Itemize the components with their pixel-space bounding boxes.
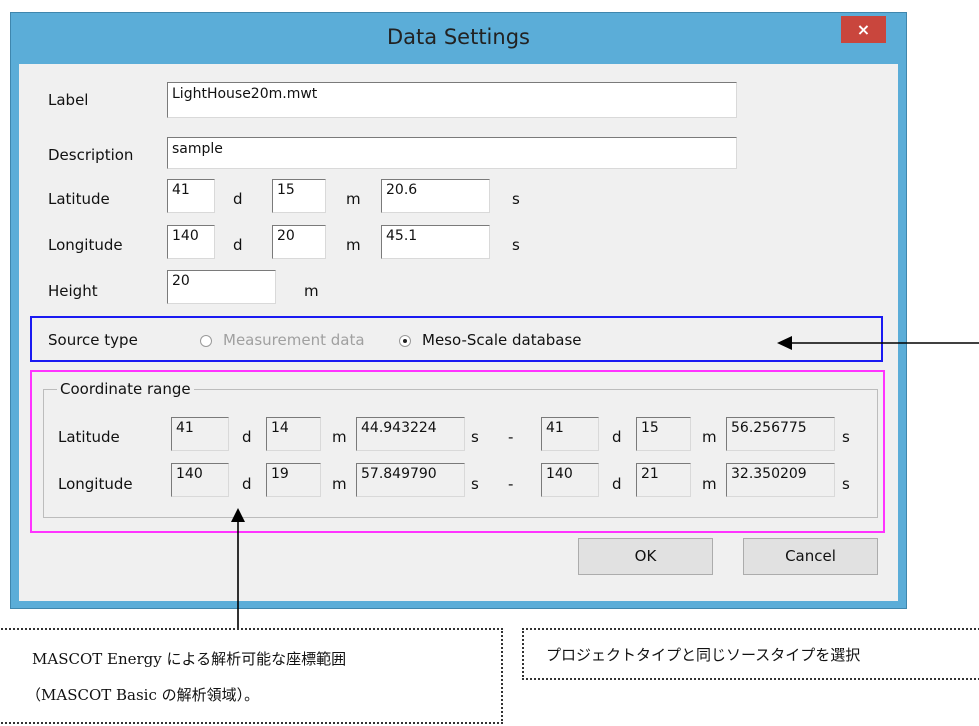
source-type-note-text: プロジェクトタイプと同じソースタイプを選択 — [546, 646, 861, 664]
arrow-up-icon — [231, 508, 245, 628]
coordinate-range-note: MASCOT Energy による解析可能な座標範囲 （MASCOT Basic… — [0, 628, 503, 724]
coordinate-range-note-line2: （MASCOT Basic の解析領域）。 — [26, 686, 260, 704]
source-type-note: プロジェクトタイプと同じソースタイプを選択 — [522, 628, 979, 680]
coordinate-range-note-line1: MASCOT Energy による解析可能な座標範囲 — [32, 650, 347, 668]
arrow-left-icon — [777, 336, 979, 350]
annotation-arrows — [231, 336, 979, 628]
